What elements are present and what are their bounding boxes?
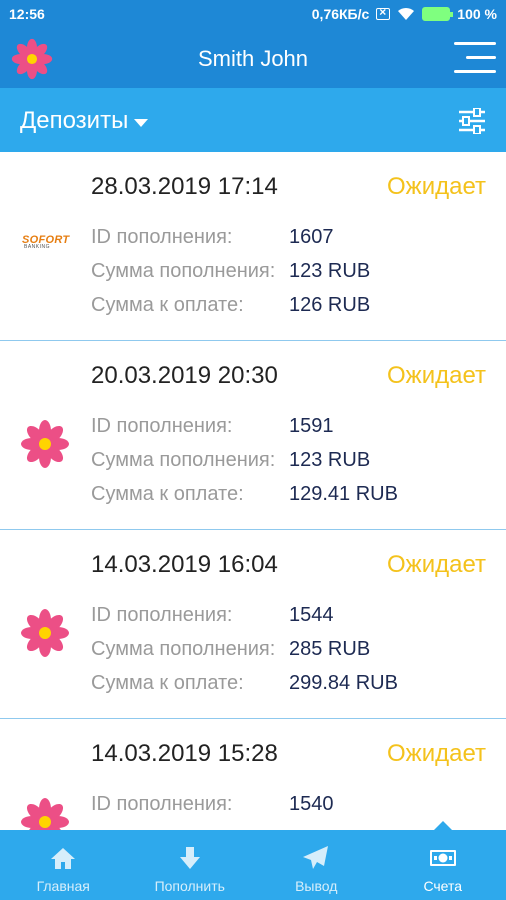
deposit-id-row: ID пополнения: 1591 bbox=[91, 415, 334, 438]
flower-icon bbox=[21, 798, 69, 830]
deposit-to-pay-label: Сумма к оплате: bbox=[91, 483, 244, 505]
deposit-card[interactable]: 28.03.2019 17:14 Ожидает SOFORT BANKING … bbox=[0, 152, 506, 341]
banknote-icon bbox=[429, 850, 456, 866]
deposit-id-value: 1540 bbox=[289, 793, 334, 815]
deposit-id-value: 1591 bbox=[289, 415, 334, 437]
deposit-amount-row: Сумма пополнения: 285 RUB bbox=[91, 638, 370, 661]
paper-plane-icon bbox=[303, 846, 329, 869]
hamburger-menu-button[interactable] bbox=[454, 42, 496, 74]
deposit-date: 28.03.2019 17:14 bbox=[91, 173, 278, 200]
flower-icon bbox=[21, 609, 69, 657]
arrow-down-icon bbox=[179, 847, 200, 869]
status-bar: 12:56 0,76КБ/с 100 % bbox=[0, 0, 506, 28]
network-speed: 0,76КБ/с bbox=[311, 6, 370, 22]
nav-label: Счета bbox=[423, 878, 463, 894]
deposit-list[interactable]: 28.03.2019 17:14 Ожидает SOFORT BANKING … bbox=[0, 152, 506, 830]
deposit-amount-label: Сумма пополнения: bbox=[91, 260, 276, 282]
battery-level: 100 % bbox=[457, 6, 497, 22]
deposit-to-pay-row: Сумма к оплате: 129.41 RUB bbox=[91, 483, 398, 506]
deposit-card[interactable]: 14.03.2019 15:28 Ожидает ID пополнения: … bbox=[0, 719, 506, 830]
deposit-amount-value: 285 RUB bbox=[289, 638, 371, 660]
deposit-status: Ожидает bbox=[386, 362, 486, 389]
menu-line bbox=[466, 56, 496, 59]
deposit-id-label: ID пополнения: bbox=[91, 604, 233, 626]
deposit-id-label: ID пополнения: bbox=[91, 793, 233, 815]
section-bar: Депозиты bbox=[0, 88, 506, 152]
home-icon bbox=[51, 848, 76, 869]
deposit-to-pay-label: Сумма к оплате: bbox=[91, 672, 244, 694]
section-dropdown[interactable]: Депозиты bbox=[20, 107, 149, 135]
nav-label: Вывод bbox=[295, 878, 338, 894]
deposit-id-label: ID пополнения: bbox=[91, 226, 233, 248]
nav-item-deposit[interactable]: Пополнить bbox=[127, 830, 254, 900]
deposit-amount-label: Сумма пополнения: bbox=[91, 638, 276, 660]
deposit-status: Ожидает bbox=[386, 551, 486, 578]
deposit-id-row: ID пополнения: 1607 bbox=[91, 226, 334, 249]
deposit-date: 14.03.2019 15:28 bbox=[91, 740, 278, 767]
app-header: Smith John bbox=[0, 28, 506, 88]
deposit-date: 14.03.2019 16:04 bbox=[91, 551, 278, 578]
deposit-to-pay-value: 126 RUB bbox=[289, 294, 371, 316]
menu-line bbox=[454, 42, 496, 45]
nav-label: Главная bbox=[36, 878, 90, 894]
sliders-icon[interactable] bbox=[458, 108, 486, 134]
nav-item-home[interactable]: Главная bbox=[0, 830, 127, 900]
deposit-status: Ожидает bbox=[386, 740, 486, 767]
deposit-amount-row: Сумма пополнения: 123 RUB bbox=[91, 449, 370, 472]
deposit-card[interactable]: 20.03.2019 20:30 Ожидает ID пополнения: … bbox=[0, 341, 506, 530]
section-label: Депозиты bbox=[20, 107, 129, 134]
wifi-icon bbox=[398, 7, 415, 20]
user-name-title: Smith John bbox=[197, 46, 309, 71]
deposit-amount-value: 123 RUB bbox=[289, 449, 371, 471]
deposit-to-pay-row: Сумма к оплате: 126 RUB bbox=[91, 294, 370, 317]
deposit-id-row: ID пополнения: 1540 bbox=[91, 793, 334, 816]
deposit-to-pay-label: Сумма к оплате: bbox=[91, 294, 244, 316]
deposit-amount-label: Сумма пополнения: bbox=[91, 449, 276, 471]
nav-label: Пополнить bbox=[154, 878, 225, 894]
deposit-to-pay-row: Сумма к оплате: 299.84 RUB bbox=[91, 672, 398, 695]
deposit-id-value: 1607 bbox=[289, 226, 334, 248]
flower-icon bbox=[21, 420, 69, 468]
active-indicator bbox=[433, 821, 452, 830]
status-time: 12:56 bbox=[9, 6, 45, 22]
deposit-amount-value: 123 RUB bbox=[289, 260, 371, 282]
battery-icon bbox=[422, 7, 454, 21]
menu-line bbox=[454, 70, 496, 73]
nav-item-accounts[interactable]: Счета bbox=[380, 821, 506, 900]
deposit-amount-row: Сумма пополнения: 123 RUB bbox=[91, 260, 370, 283]
deposit-to-pay-value: 299.84 RUB bbox=[289, 672, 398, 694]
bottom-nav: Главная Пополнить Вывод Счета bbox=[0, 821, 506, 900]
deposit-id-label: ID пополнения: bbox=[91, 415, 233, 437]
deposit-id-row: ID пополнения: 1544 bbox=[91, 604, 334, 627]
deposit-to-pay-value: 129.41 RUB bbox=[289, 483, 398, 505]
sofort-banking-icon: SOFORT BANKING bbox=[22, 234, 70, 254]
nav-item-withdraw[interactable]: Вывод bbox=[253, 830, 380, 900]
deposit-id-value: 1544 bbox=[289, 604, 334, 626]
notification-icon bbox=[376, 5, 391, 20]
caret-down-icon bbox=[134, 118, 149, 127]
deposit-status: Ожидает bbox=[386, 173, 486, 200]
deposit-date: 20.03.2019 20:30 bbox=[91, 362, 278, 389]
deposit-card[interactable]: 14.03.2019 16:04 Ожидает ID пополнения: … bbox=[0, 530, 506, 719]
